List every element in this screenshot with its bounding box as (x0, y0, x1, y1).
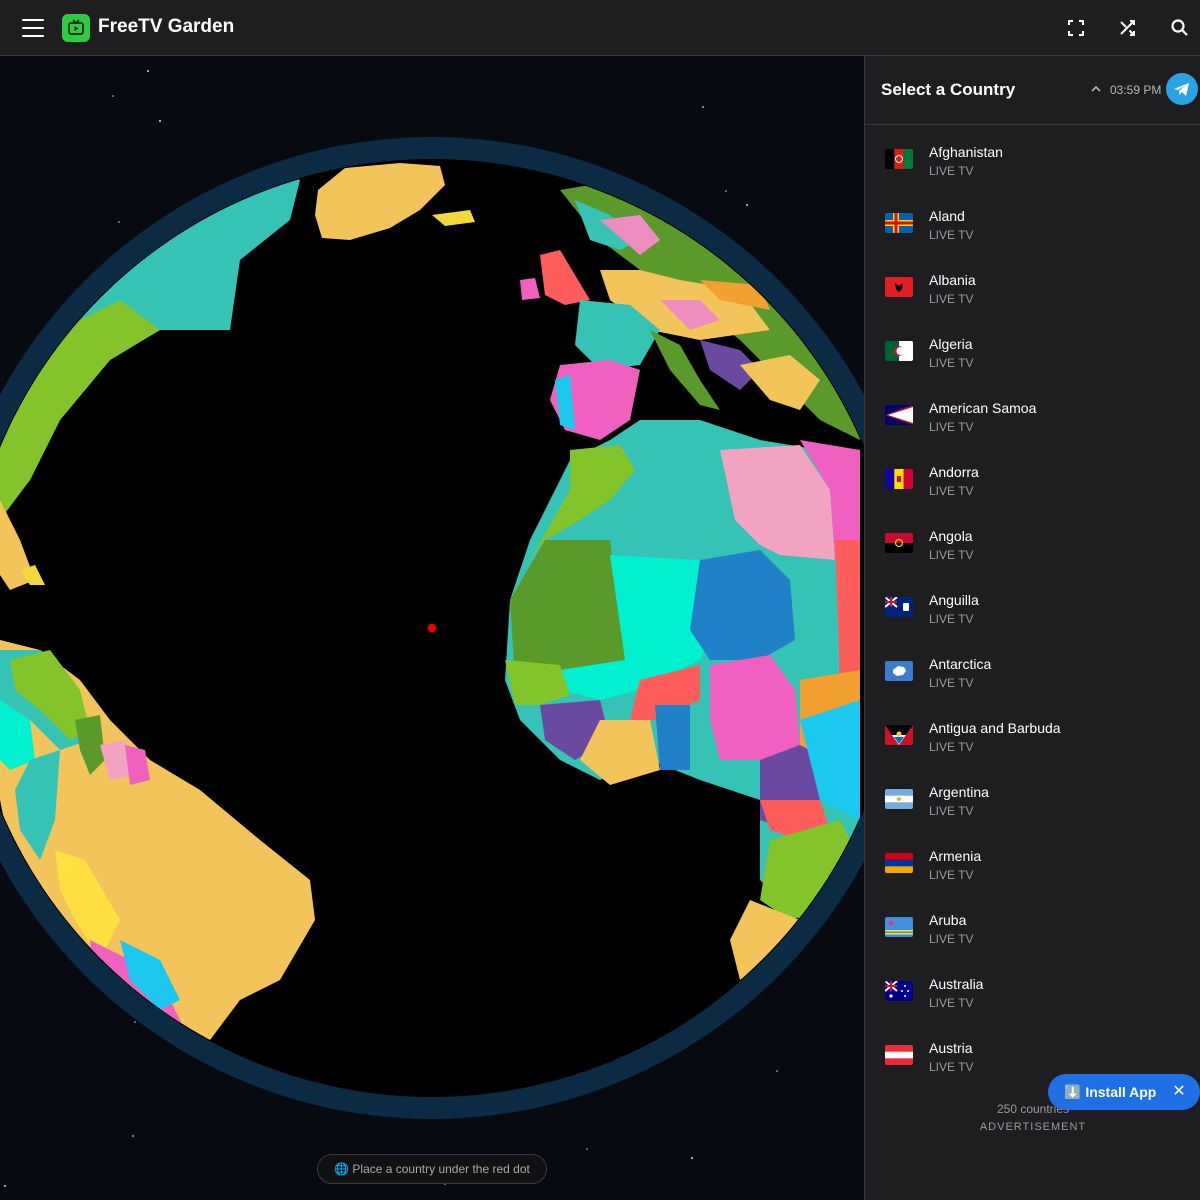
australia-flag-icon (885, 981, 913, 1001)
afghanistan-flag-icon (885, 149, 913, 169)
country-item-algeria[interactable]: Algeria LIVE TV (865, 318, 1200, 382)
country-item-angola[interactable]: Angola LIVE TV (865, 510, 1200, 574)
antarctica-flag-icon (885, 661, 913, 681)
country-name: American Samoa (929, 400, 1037, 416)
country-name: Algeria (929, 336, 973, 352)
country-sub: LIVE TV (929, 1060, 974, 1074)
country-name: Aland (929, 208, 965, 224)
anguilla-flag-icon (885, 597, 913, 617)
fullscreen-icon[interactable] (1062, 14, 1090, 42)
sidebar-title: Select a Country (881, 80, 1016, 99)
algeria-flag-icon (885, 341, 913, 361)
top-bar: FreeTV Garden (0, 0, 1200, 56)
country-item-argentina[interactable]: Argentina LIVE TV (865, 766, 1200, 830)
advertisement-label: ADVERTISEMENT (979, 1121, 1087, 1133)
country-item-aruba[interactable]: Aruba LIVE TV (865, 894, 1200, 958)
albania-flag-icon (885, 277, 913, 297)
country-name: Argentina (929, 784, 989, 800)
argentina-flag-icon (885, 789, 913, 809)
clock-time: 03:59 PM (1110, 83, 1162, 97)
country-sub: LIVE TV (929, 804, 974, 818)
country-item-albania[interactable]: Albania LIVE TV (865, 254, 1200, 318)
country-sub: LIVE TV (929, 164, 974, 178)
country-item-american-samoa[interactable]: American Samoa LIVE TV (865, 382, 1200, 446)
install-app-label: ⬇️ Install App (1064, 1084, 1157, 1100)
country-sub: LIVE TV (929, 484, 974, 498)
country-name: Anguilla (929, 592, 979, 608)
country-name: Albania (929, 272, 976, 288)
globe-view[interactable]: 🌐 Place a country under the red dot (0, 56, 864, 1200)
country-item-antarctica[interactable]: Antarctica LIVE TV (865, 638, 1200, 702)
install-app-button[interactable]: ⬇️ Install App ✕ (1048, 1074, 1200, 1110)
aland-flag-icon (885, 213, 913, 233)
country-sub: LIVE TV (929, 420, 974, 434)
country-item-australia[interactable]: Australia LIVE TV (865, 958, 1200, 1022)
sidebar-header: Select a Country 03:59 PM (865, 56, 1200, 125)
country-sub: LIVE TV (929, 740, 974, 754)
globe-map[interactable] (0, 56, 864, 1200)
globe-hint: 🌐 Place a country under the red dot (317, 1154, 547, 1184)
country-sidebar: Select a Country 03:59 PM Afghanistan LI… (864, 56, 1200, 1200)
shuffle-icon[interactable] (1114, 14, 1142, 42)
country-sub: LIVE TV (929, 612, 974, 626)
armenia-flag-icon (885, 853, 913, 873)
austria-flag-icon (885, 1045, 913, 1065)
country-list: Afghanistan LIVE TV Aland LIVE TV Albani… (865, 126, 1200, 1086)
country-item-antigua-and-barbuda[interactable]: Antigua and Barbuda LIVE TV (865, 702, 1200, 766)
telegram-icon[interactable] (1166, 73, 1198, 105)
country-item-aland[interactable]: Aland LIVE TV (865, 190, 1200, 254)
country-item-anguilla[interactable]: Anguilla LIVE TV (865, 574, 1200, 638)
country-sub: LIVE TV (929, 292, 974, 306)
country-name: Afghanistan (929, 144, 1003, 160)
country-item-afghanistan[interactable]: Afghanistan LIVE TV (865, 126, 1200, 190)
andorra-flag-icon (885, 469, 913, 489)
country-sub: LIVE TV (929, 548, 974, 562)
country-sub: LIVE TV (929, 932, 974, 946)
country-name: Antarctica (929, 656, 992, 672)
country-name: Austria (929, 1040, 973, 1056)
country-name: Australia (929, 976, 984, 992)
country-item-andorra[interactable]: Andorra LIVE TV (865, 446, 1200, 510)
american-samoa-flag-icon (885, 405, 913, 425)
red-dot-marker (427, 623, 437, 633)
country-sub: LIVE TV (929, 676, 974, 690)
tv-logo-icon[interactable] (62, 14, 90, 42)
country-name: Armenia (929, 848, 982, 864)
country-item-armenia[interactable]: Armenia LIVE TV (865, 830, 1200, 894)
country-sub: LIVE TV (929, 228, 974, 242)
aruba-flag-icon (885, 917, 913, 937)
country-sub: LIVE TV (929, 868, 974, 882)
country-name: Antigua and Barbuda (929, 720, 1061, 736)
country-sub: LIVE TV (929, 356, 974, 370)
close-icon[interactable]: ✕ (1168, 1081, 1190, 1103)
antigua-and-barbuda-flag-icon (885, 725, 913, 745)
country-name: Aruba (929, 912, 967, 928)
country-name: Andorra (929, 464, 979, 480)
chevron-up-icon[interactable] (1089, 82, 1103, 96)
country-sub: LIVE TV (929, 996, 974, 1010)
angola-flag-icon (885, 533, 913, 553)
app-title[interactable]: FreeTV Garden (98, 16, 234, 38)
menu-icon[interactable] (18, 14, 48, 42)
country-name: Angola (929, 528, 973, 544)
search-icon[interactable] (1166, 14, 1194, 42)
